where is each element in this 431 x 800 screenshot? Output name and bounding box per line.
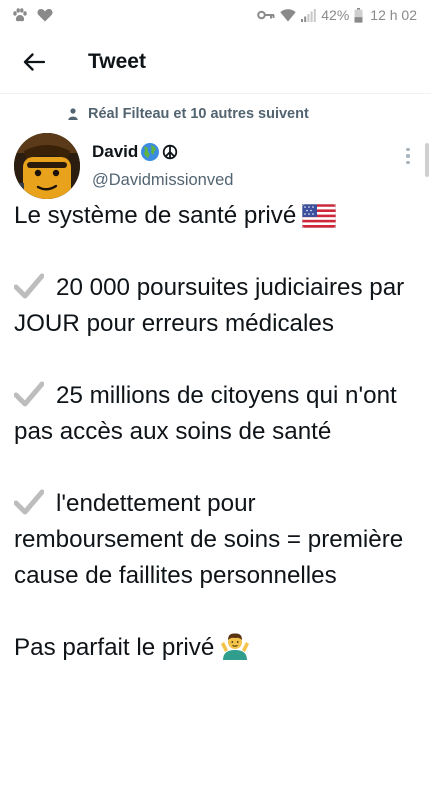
heart-icon: [37, 8, 53, 22]
tweet-line-text: l'endettement pour remboursement de soin…: [14, 490, 404, 589]
status-left: [12, 7, 53, 23]
more-dot: [406, 160, 410, 165]
key-icon: [257, 10, 275, 20]
check-mark-icon: [14, 489, 44, 515]
scrollbar[interactable]: [425, 143, 429, 177]
tweet-line-text: Le système de santé privé: [14, 202, 297, 229]
us-flag-icon: [302, 204, 337, 228]
tweet-line-text: Pas parfait le privé: [14, 634, 215, 661]
tweet-line: l'endettement pour remboursement de soin…: [14, 486, 419, 594]
status-right: 42% 12 h 02: [257, 7, 417, 23]
author-handle: @Davidmissionved: [92, 171, 234, 189]
check-mark-icon: [14, 381, 44, 407]
check-mark-icon: [14, 273, 44, 299]
wifi-icon: [280, 8, 296, 22]
page-title: Tweet: [88, 49, 146, 73]
more-options-button[interactable]: [398, 144, 418, 168]
status-bar: 42% 12 h 02: [0, 0, 431, 30]
person-shrugging-icon: [220, 630, 250, 660]
globe-icon: [140, 142, 160, 162]
person-icon: [68, 108, 78, 120]
tweet-line: Pas parfait le privé: [14, 630, 419, 666]
paw-icon: [12, 7, 28, 23]
tweet-line: 20 000 poursuites judiciaires par JOUR p…: [14, 270, 419, 342]
avatar[interactable]: [14, 133, 80, 199]
back-button[interactable]: [0, 30, 68, 94]
author-name: David: [92, 142, 139, 161]
tweet-line: Le système de santé privé: [14, 198, 419, 234]
more-dot: [406, 154, 410, 158]
peace-icon: [162, 144, 178, 160]
signal-icon: [301, 8, 317, 22]
social-context[interactable]: Réal Filteau et 10 autres suivent: [68, 106, 309, 122]
status-time: 12 h 02: [370, 7, 417, 23]
social-context-text: Réal Filteau et 10 autres suivent: [88, 106, 309, 122]
battery-icon: [354, 7, 363, 23]
top-app-bar: Tweet: [0, 30, 431, 94]
tweet-line-text: 25 millions de citoyens qui n'ont pas ac…: [14, 382, 397, 445]
tweet-line-text: 20 000 poursuites judiciaires par JOUR p…: [14, 274, 405, 337]
more-dot: [406, 147, 410, 152]
author-block[interactable]: David @Davidmissionved: [92, 142, 233, 190]
tweet-line: 25 millions de citoyens qui n'ont pas ac…: [14, 378, 419, 450]
battery-percent: 42%: [321, 7, 350, 23]
arrow-left-icon: [23, 52, 45, 71]
tweet-text: Le système de santé privé 20 000 poursui…: [14, 198, 419, 666]
